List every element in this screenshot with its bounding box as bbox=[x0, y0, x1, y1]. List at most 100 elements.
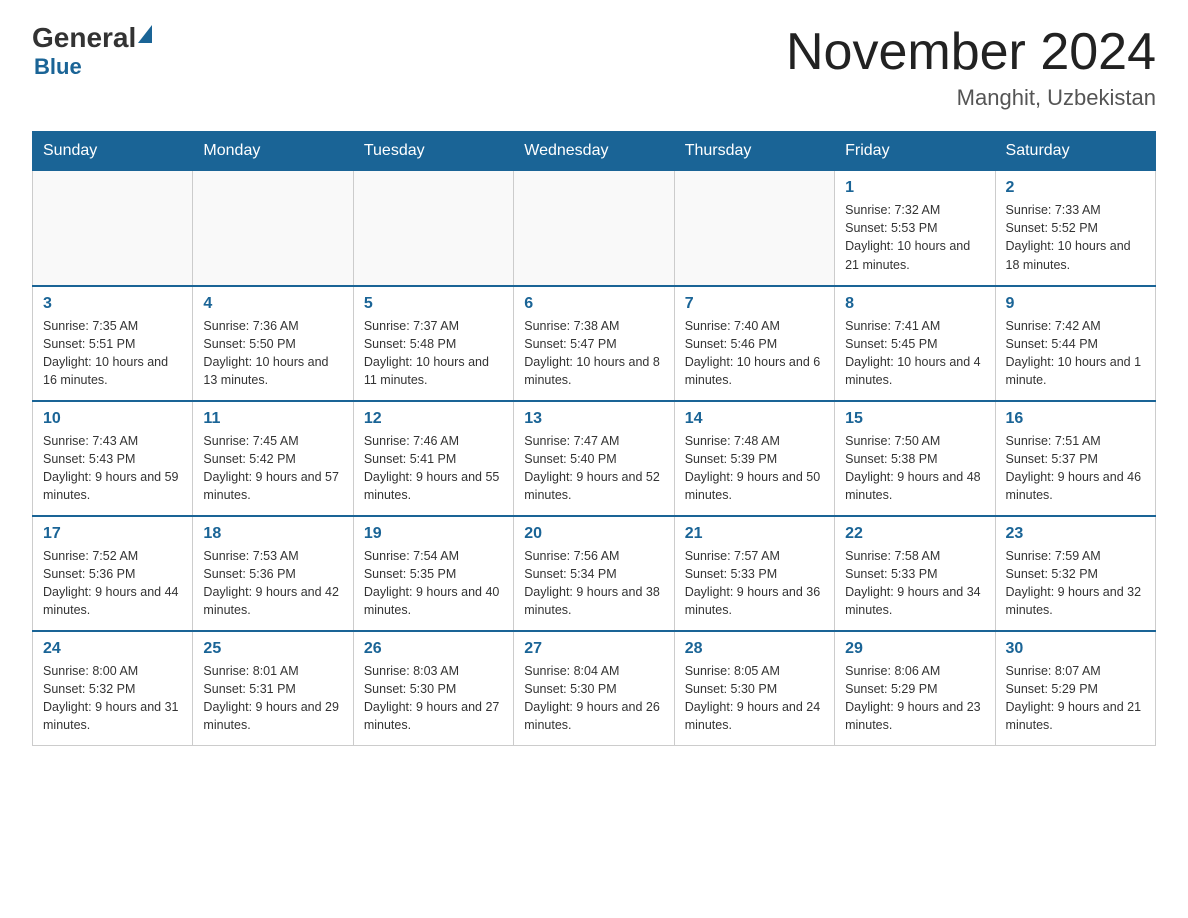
day-cell: 5 Sunrise: 7:37 AM Sunset: 5:48 PM Daylig… bbox=[353, 286, 513, 401]
day-number: 28 bbox=[685, 640, 824, 658]
day-number: 8 bbox=[845, 295, 984, 313]
day-cell: 11 Sunrise: 7:45 AM Sunset: 5:42 PM Dayli… bbox=[193, 401, 353, 516]
day-number: 11 bbox=[203, 410, 342, 428]
day-info: Sunrise: 7:40 AM Sunset: 5:46 PM Dayligh… bbox=[685, 319, 821, 387]
day-number: 16 bbox=[1006, 410, 1145, 428]
day-info: Sunrise: 8:06 AM Sunset: 5:29 PM Dayligh… bbox=[845, 664, 981, 732]
day-cell: 25 Sunrise: 8:01 AM Sunset: 5:31 PM Dayli… bbox=[193, 631, 353, 746]
day-info: Sunrise: 7:36 AM Sunset: 5:50 PM Dayligh… bbox=[203, 319, 328, 387]
day-info: Sunrise: 8:07 AM Sunset: 5:29 PM Dayligh… bbox=[1006, 664, 1142, 732]
day-info: Sunrise: 7:50 AM Sunset: 5:38 PM Dayligh… bbox=[845, 434, 981, 502]
weekday-header-row: SundayMondayTuesdayWednesdayThursdayFrid… bbox=[33, 132, 1156, 171]
day-info: Sunrise: 7:59 AM Sunset: 5:32 PM Dayligh… bbox=[1006, 549, 1142, 617]
week-row-2: 3Sunrise: 7:35 AM Sunset: 5:51 PM Daylig… bbox=[33, 286, 1156, 401]
day-cell: 30 Sunrise: 8:07 AM Sunset: 5:29 PM Dayli… bbox=[995, 631, 1155, 746]
day-number: 18 bbox=[203, 525, 342, 543]
day-number: 12 bbox=[364, 410, 503, 428]
week-row-4: 17 Sunrise: 7:52 AM Sunset: 5:36 PM Dayli… bbox=[33, 516, 1156, 631]
day-cell: 17 Sunrise: 7:52 AM Sunset: 5:36 PM Dayli… bbox=[33, 516, 193, 631]
day-number: 10 bbox=[43, 410, 182, 428]
day-number: 7 bbox=[685, 295, 824, 313]
day-number: 17 bbox=[43, 525, 182, 543]
day-info: Sunrise: 7:58 AM Sunset: 5:33 PM Dayligh… bbox=[845, 549, 981, 617]
day-info: Sunrise: 8:05 AM Sunset: 5:30 PM Dayligh… bbox=[685, 664, 821, 732]
day-cell: 14 Sunrise: 7:48 AM Sunset: 5:39 PM Dayli… bbox=[674, 401, 834, 516]
logo-blue: Blue bbox=[34, 54, 82, 80]
day-cell: 6 Sunrise: 7:38 AM Sunset: 5:47 PM Daylig… bbox=[514, 286, 674, 401]
day-cell: 7 Sunrise: 7:40 AM Sunset: 5:46 PM Daylig… bbox=[674, 286, 834, 401]
day-cell: 10 Sunrise: 7:43 AM Sunset: 5:43 PM Dayli… bbox=[33, 401, 193, 516]
day-number: 27 bbox=[524, 640, 663, 658]
day-info: Sunrise: 7:45 AM Sunset: 5:42 PM Dayligh… bbox=[203, 434, 339, 502]
weekday-header-monday: Monday bbox=[193, 132, 353, 171]
day-info: Sunrise: 7:56 AM Sunset: 5:34 PM Dayligh… bbox=[524, 549, 660, 617]
day-number: 22 bbox=[845, 525, 984, 543]
day-info: Sunrise: 7:38 AM Sunset: 5:47 PM Dayligh… bbox=[524, 319, 660, 387]
logo: General Blue bbox=[32, 24, 152, 80]
day-number: 14 bbox=[685, 410, 824, 428]
day-number: 19 bbox=[364, 525, 503, 543]
day-info: Sunrise: 7:35 AM Sunset: 5:51 PM Dayligh… bbox=[43, 319, 168, 387]
day-number: 2 bbox=[1006, 179, 1145, 197]
day-cell: 28 Sunrise: 8:05 AM Sunset: 5:30 PM Dayli… bbox=[674, 631, 834, 746]
day-number: 30 bbox=[1006, 640, 1145, 658]
day-number: 9 bbox=[1006, 295, 1145, 313]
day-info: Sunrise: 7:32 AM Sunset: 5:53 PM Dayligh… bbox=[845, 203, 970, 271]
day-cell bbox=[193, 171, 353, 286]
day-info: Sunrise: 7:57 AM Sunset: 5:33 PM Dayligh… bbox=[685, 549, 821, 617]
weekday-header-tuesday: Tuesday bbox=[353, 132, 513, 171]
day-info: Sunrise: 8:01 AM Sunset: 5:31 PM Dayligh… bbox=[203, 664, 339, 732]
weekday-header-friday: Friday bbox=[835, 132, 995, 171]
day-cell bbox=[33, 171, 193, 286]
weekday-header-wednesday: Wednesday bbox=[514, 132, 674, 171]
week-row-3: 10 Sunrise: 7:43 AM Sunset: 5:43 PM Dayli… bbox=[33, 401, 1156, 516]
day-info: Sunrise: 7:48 AM Sunset: 5:39 PM Dayligh… bbox=[685, 434, 821, 502]
day-info: Sunrise: 7:43 AM Sunset: 5:43 PM Dayligh… bbox=[43, 434, 179, 502]
day-cell: 8 Sunrise: 7:41 AM Sunset: 5:45 PM Daylig… bbox=[835, 286, 995, 401]
day-number: 20 bbox=[524, 525, 663, 543]
day-info: Sunrise: 7:47 AM Sunset: 5:40 PM Dayligh… bbox=[524, 434, 660, 502]
day-cell: 19 Sunrise: 7:54 AM Sunset: 5:35 PM Dayli… bbox=[353, 516, 513, 631]
day-cell: 16Sunrise: 7:51 AM Sunset: 5:37 PM Dayli… bbox=[995, 401, 1155, 516]
day-info: Sunrise: 7:53 AM Sunset: 5:36 PM Dayligh… bbox=[203, 549, 339, 617]
day-number: 15 bbox=[845, 410, 984, 428]
title-area: November 2024 Manghit, Uzbekistan bbox=[786, 24, 1156, 111]
day-cell: 23 Sunrise: 7:59 AM Sunset: 5:32 PM Dayli… bbox=[995, 516, 1155, 631]
day-cell: 3Sunrise: 7:35 AM Sunset: 5:51 PM Daylig… bbox=[33, 286, 193, 401]
page-header: General Blue November 2024 Manghit, Uzbe… bbox=[32, 24, 1156, 111]
day-cell: 20 Sunrise: 7:56 AM Sunset: 5:34 PM Dayli… bbox=[514, 516, 674, 631]
day-cell: 1Sunrise: 7:32 AM Sunset: 5:53 PM Daylig… bbox=[835, 171, 995, 286]
day-number: 5 bbox=[364, 295, 503, 313]
calendar-table: SundayMondayTuesdayWednesdayThursdayFrid… bbox=[32, 131, 1156, 746]
day-info: Sunrise: 7:52 AM Sunset: 5:36 PM Dayligh… bbox=[43, 549, 179, 617]
day-cell: 15 Sunrise: 7:50 AM Sunset: 5:38 PM Dayli… bbox=[835, 401, 995, 516]
weekday-header-thursday: Thursday bbox=[674, 132, 834, 171]
day-cell: 9 Sunrise: 7:42 AM Sunset: 5:44 PM Daylig… bbox=[995, 286, 1155, 401]
day-cell: 12 Sunrise: 7:46 AM Sunset: 5:41 PM Dayli… bbox=[353, 401, 513, 516]
day-number: 26 bbox=[364, 640, 503, 658]
day-number: 4 bbox=[203, 295, 342, 313]
day-cell: 18 Sunrise: 7:53 AM Sunset: 5:36 PM Dayli… bbox=[193, 516, 353, 631]
day-number: 13 bbox=[524, 410, 663, 428]
day-info: Sunrise: 7:54 AM Sunset: 5:35 PM Dayligh… bbox=[364, 549, 500, 617]
week-row-5: 24Sunrise: 8:00 AM Sunset: 5:32 PM Dayli… bbox=[33, 631, 1156, 746]
day-info: Sunrise: 7:42 AM Sunset: 5:44 PM Dayligh… bbox=[1006, 319, 1142, 387]
day-number: 21 bbox=[685, 525, 824, 543]
day-info: Sunrise: 7:46 AM Sunset: 5:41 PM Dayligh… bbox=[364, 434, 500, 502]
day-info: Sunrise: 7:41 AM Sunset: 5:45 PM Dayligh… bbox=[845, 319, 981, 387]
day-number: 25 bbox=[203, 640, 342, 658]
month-title: November 2024 bbox=[786, 24, 1156, 81]
day-number: 6 bbox=[524, 295, 663, 313]
day-info: Sunrise: 7:37 AM Sunset: 5:48 PM Dayligh… bbox=[364, 319, 489, 387]
day-number: 29 bbox=[845, 640, 984, 658]
day-cell: 21 Sunrise: 7:57 AM Sunset: 5:33 PM Dayli… bbox=[674, 516, 834, 631]
day-cell: 29 Sunrise: 8:06 AM Sunset: 5:29 PM Dayli… bbox=[835, 631, 995, 746]
day-cell: 13 Sunrise: 7:47 AM Sunset: 5:40 PM Dayli… bbox=[514, 401, 674, 516]
day-cell bbox=[514, 171, 674, 286]
day-cell: 26Sunrise: 8:03 AM Sunset: 5:30 PM Dayli… bbox=[353, 631, 513, 746]
day-cell bbox=[353, 171, 513, 286]
day-number: 23 bbox=[1006, 525, 1145, 543]
logo-triangle-icon bbox=[138, 25, 152, 43]
location-title: Manghit, Uzbekistan bbox=[786, 85, 1156, 111]
day-info: Sunrise: 7:33 AM Sunset: 5:52 PM Dayligh… bbox=[1006, 203, 1131, 271]
